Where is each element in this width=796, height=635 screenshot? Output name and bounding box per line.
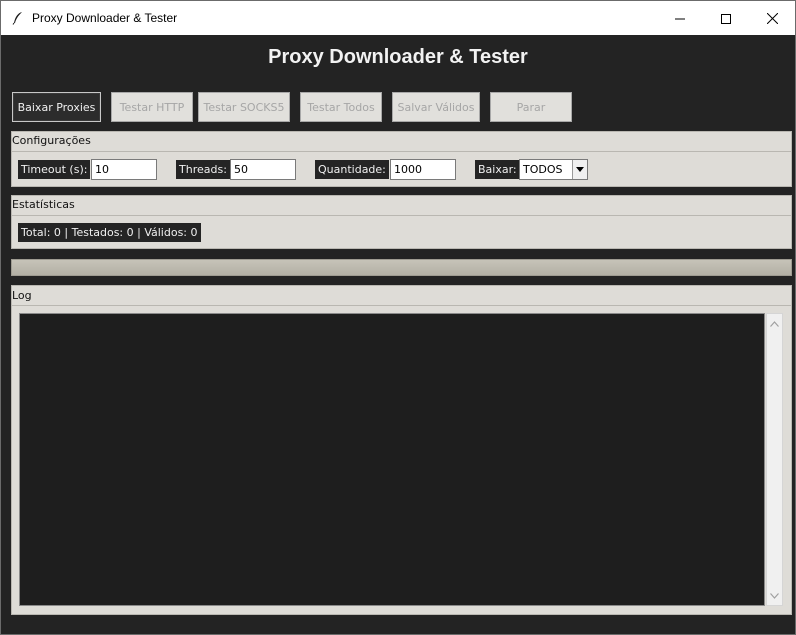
scroll-down-icon[interactable]	[767, 588, 782, 603]
stats-section-label: Estatísticas	[12, 198, 75, 211]
timeout-label: Timeout (s):	[18, 160, 91, 179]
download-type-select[interactable]: TODOS	[519, 159, 588, 180]
log-scrollbar[interactable]	[766, 313, 783, 606]
log-divider	[11, 305, 792, 306]
timeout-input[interactable]	[91, 159, 157, 180]
config-divider	[11, 151, 792, 152]
title-bar[interactable]: Proxy Downloader & Tester	[1, 1, 795, 35]
close-icon	[766, 9, 778, 28]
save-valid-button[interactable]: Salvar Válidos	[392, 92, 480, 122]
test-all-button[interactable]: Testar Todos	[300, 92, 382, 122]
threads-input[interactable]	[230, 159, 296, 180]
config-section-label: Configurações	[12, 134, 91, 147]
stats-summary: Total: 0 | Testados: 0 | Válidos: 0	[18, 223, 201, 242]
log-section-label: Log	[12, 289, 32, 302]
threads-label: Threads:	[176, 160, 230, 179]
stats-divider	[11, 215, 792, 216]
quantity-label: Quantidade:	[315, 160, 389, 179]
progress-bar	[11, 259, 792, 276]
chevron-down-icon[interactable]	[572, 160, 587, 179]
window-bottom-strip	[1, 623, 795, 634]
download-type-value: TODOS	[523, 163, 563, 176]
app-window: Proxy Downloader & Tester Proxy Download…	[0, 0, 796, 635]
log-output[interactable]	[19, 313, 765, 606]
feather-icon	[10, 10, 26, 26]
stop-button[interactable]: Parar	[490, 92, 572, 122]
quantity-input[interactable]	[390, 159, 456, 180]
minimize-button[interactable]	[657, 1, 703, 35]
download-proxies-button[interactable]: Baixar Proxies	[12, 92, 101, 122]
test-http-button[interactable]: Testar HTTP	[111, 92, 193, 122]
maximize-icon	[721, 9, 731, 28]
minimize-icon	[675, 9, 685, 28]
maximize-button[interactable]	[703, 1, 749, 35]
window-controls	[657, 1, 795, 35]
page-title: Proxy Downloader & Tester	[268, 46, 528, 68]
test-socks5-button[interactable]: Testar SOCKS5	[198, 92, 290, 122]
download-type-label: Baixar:	[475, 160, 520, 179]
window-title: Proxy Downloader & Tester	[32, 11, 178, 25]
scroll-up-icon[interactable]	[767, 316, 782, 331]
close-button[interactable]	[749, 1, 795, 35]
